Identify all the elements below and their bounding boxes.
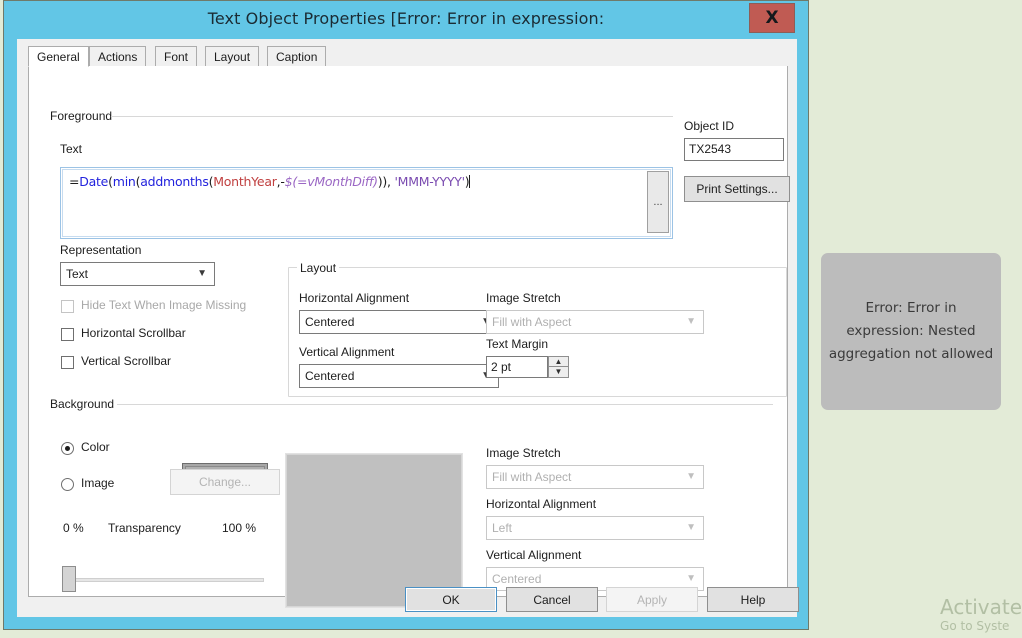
layout-horizontal-alignment-select[interactable]: Centered ▼ [299,310,499,334]
tab-general[interactable]: General [28,46,89,67]
text-margin-input[interactable]: 2 pt [486,356,548,378]
transparency-slider-track[interactable] [65,578,264,582]
foreground-group-label: Foreground [47,109,116,123]
expression-text: =Date(min(addmonths(MonthYear,-$(=vMonth… [69,174,471,189]
vertical-scrollbar-label: Vertical Scrollbar [81,354,172,368]
background-image-radio[interactable] [61,478,74,491]
text-field-label: Text [60,142,83,156]
layout-image-stretch-value: Fill with Aspect [492,315,572,329]
chevron-down-icon: ▼ [686,316,696,327]
chevron-down-icon: ▼ [686,471,696,482]
tab-strip: General Actions Font Layout Caption [28,46,788,67]
expression-ellipsis-button[interactable]: ... [647,171,669,233]
chevron-down-icon: ▼ [686,522,696,533]
expression-editor-inner: =Date(min(addmonths(MonthYear,-$(=vMonth… [62,169,671,237]
hide-text-when-image-missing-label: Hide Text When Image Missing [81,298,247,312]
background-image-label: Image [81,476,115,490]
watermark-line-2: Go to Syste [940,619,1010,633]
background-image-stretch-value: Fill with Aspect [492,470,572,484]
cancel-button[interactable]: Cancel [506,587,598,612]
layout-image-stretch-select[interactable]: Fill with Aspect ▼ [486,310,704,334]
close-icon[interactable]: X [749,3,795,33]
background-preview [285,453,463,608]
background-horizontal-alignment-select[interactable]: Left ▼ [486,516,704,540]
help-button[interactable]: Help [707,587,799,612]
background-color-radio[interactable] [61,442,74,455]
layout-group-label: Layout [297,261,340,275]
activate-windows-watermark: Activate Go to Syste [940,596,1022,634]
tab-layout[interactable]: Layout [205,46,260,67]
representation-value: Text [66,267,89,281]
transparency-min-label: 0 % [63,521,84,535]
background-vertical-alignment-label: Vertical Alignment [486,548,582,562]
expression-editor[interactable]: =Date(min(addmonths(MonthYear,-$(=vMonth… [60,167,673,239]
transparency-slider-thumb[interactable] [62,566,76,592]
layout-horizontal-alignment-value: Centered [305,315,355,329]
layout-image-stretch-label: Image Stretch [486,291,561,305]
apply-button[interactable]: Apply [606,587,698,612]
text-margin-spinner-up-icon[interactable]: ▲ [548,356,569,367]
layout-vertical-alignment-value: Centered [305,369,355,383]
object-id-input[interactable]: TX2543 [684,138,784,161]
background-group-label: Background [47,397,118,411]
representation-label: Representation [60,243,142,257]
object-id-label: Object ID [684,119,735,133]
background-horizontal-alignment-label: Horizontal Alignment [486,497,597,511]
error-tooltip: Error: Error in expression: Nested aggre… [821,253,1001,410]
hide-text-when-image-missing-checkbox[interactable] [61,300,74,313]
tab-font[interactable]: Font [155,46,198,67]
background-change-image-button[interactable]: Change... [170,469,280,495]
background-image-stretch-label: Image Stretch [486,446,561,460]
general-tab-panel: Foreground Text =Date(min(addmonths(Mont… [28,66,790,608]
tab-actions[interactable]: Actions [89,46,147,67]
background-group-rule [117,404,773,405]
text-margin-label: Text Margin [486,337,549,351]
text-object-properties-dialog: Text Object Properties [Error: Error in … [3,0,809,630]
layout-horizontal-alignment-label: Horizontal Alignment [299,291,410,305]
chevron-down-icon: ▼ [197,268,207,279]
horizontal-scrollbar-label: Horizontal Scrollbar [81,326,186,340]
background-image-stretch-select[interactable]: Fill with Aspect ▼ [486,465,704,489]
horizontal-scrollbar-checkbox[interactable] [61,328,74,341]
foreground-group-rule [111,116,673,117]
error-tooltip-text: Error: Error in expression: Nested aggre… [828,300,994,362]
layout-vertical-alignment-label: Vertical Alignment [299,345,395,359]
transparency-max-label: 100 % [222,521,257,535]
vertical-scrollbar-checkbox[interactable] [61,356,74,369]
background-horizontal-alignment-value: Left [492,521,513,535]
title-bar: Text Object Properties [Error: Error in … [4,1,808,39]
window-title: Text Object Properties [Error: Error in … [207,9,605,28]
watermark-line-1: Activate [940,595,1022,619]
transparency-label: Transparency [108,521,181,535]
background-color-label: Color [81,440,110,454]
representation-select[interactable]: Text ▼ [60,262,215,286]
tab-caption[interactable]: Caption [267,46,327,67]
print-settings-button[interactable]: Print Settings... [684,176,790,202]
dialog-client-area: General Actions Font Layout Caption Fore… [17,39,799,617]
text-margin-spinner-down-icon[interactable]: ▼ [548,367,569,378]
ok-button[interactable]: OK [405,587,497,612]
background-vertical-alignment-value: Centered [492,572,542,586]
layout-vertical-alignment-select[interactable]: Centered ▼ [299,364,499,388]
